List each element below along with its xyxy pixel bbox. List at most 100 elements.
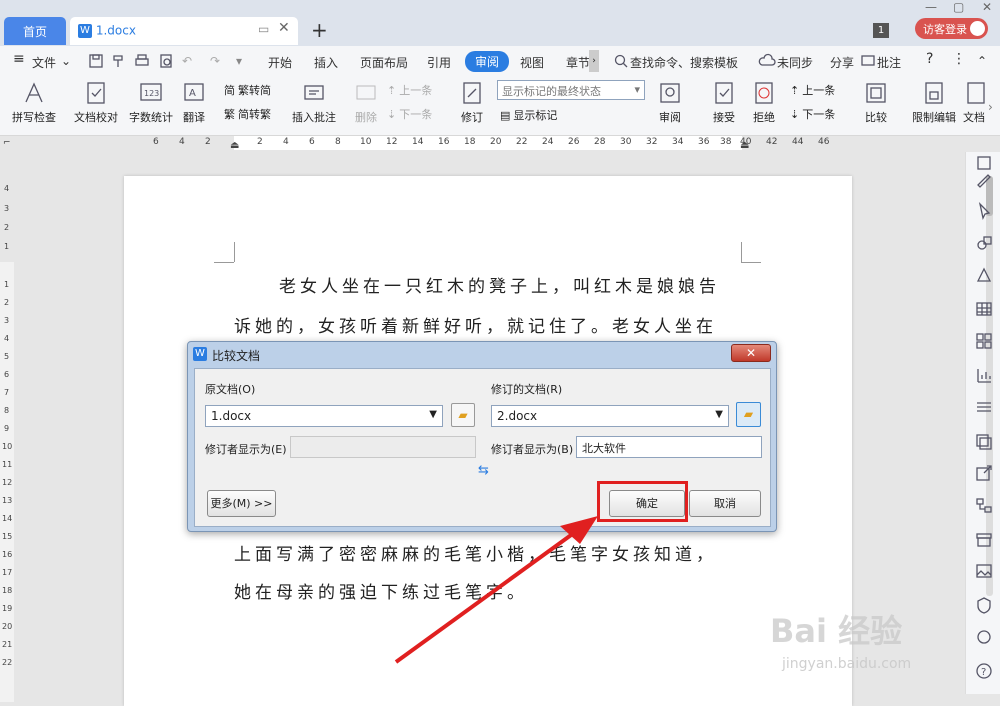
tab-stop-selector[interactable]: ⌐ <box>3 138 11 148</box>
image-stack-icon[interactable] <box>975 432 993 450</box>
prev-change-button[interactable]: ⇡ 上一条 <box>790 82 835 98</box>
ribbon-scroll-right[interactable]: › <box>988 100 993 114</box>
shield-icon[interactable] <box>975 596 993 614</box>
horizontal-ruler[interactable]: ⌐ 6 4 2 2 4 6 8 10 12 14 16 18 20 22 24 … <box>0 136 950 152</box>
next-comment-label: 下一条 <box>399 108 433 121</box>
redo-icon[interactable]: ↷ <box>210 54 220 68</box>
flowchart-icon[interactable] <box>975 496 993 514</box>
doc-permission-button[interactable]: 文档 <box>962 80 986 125</box>
next-change-button[interactable]: ⇣ 下一条 <box>790 106 835 122</box>
compare-button[interactable]: 比较 <box>852 80 900 125</box>
review-pane-button[interactable]: 审阅 <box>646 80 694 125</box>
chart-icon[interactable] <box>975 366 993 384</box>
show-markup-label: 显示标记 <box>513 109 558 122</box>
window-count-badge[interactable]: 1 <box>873 23 889 38</box>
sync-status[interactable]: 未同步 <box>777 54 813 71</box>
vruler-num: 7 <box>4 388 10 397</box>
command-search[interactable]: 查找命令、搜索模板 <box>630 54 738 71</box>
help-circle-icon[interactable]: ? <box>975 662 993 680</box>
author-field-right[interactable]: 北大软件 <box>576 436 762 458</box>
indent-marker-icon[interactable]: ⏏ <box>230 140 239 151</box>
more-quick-icon[interactable]: ▾ <box>236 54 242 68</box>
comment-menu[interactable]: 批注 <box>877 54 901 71</box>
maximize-icon[interactable]: ▢ <box>953 0 964 14</box>
browse-original-button[interactable]: ▰ <box>451 403 475 427</box>
menu-tab-review[interactable]: 审阅 <box>465 51 510 72</box>
close-tab-icon[interactable]: ✕ <box>278 20 290 36</box>
insert-comment-button[interactable]: 插入批注 <box>290 80 338 125</box>
s2t-button[interactable]: 繁简转繁 <box>224 106 271 122</box>
margin-corner <box>741 262 761 263</box>
tab-document-label: 1.docx <box>95 23 136 38</box>
tab-pin-icon[interactable]: ▭ <box>258 22 269 36</box>
tools-icon[interactable] <box>975 628 993 646</box>
more-options-icon[interactable]: ⋮ <box>952 51 966 67</box>
archive-icon[interactable] <box>975 530 993 548</box>
vruler-num: 2 <box>4 223 10 232</box>
vruler-num: 4 <box>4 334 10 343</box>
share-out-icon[interactable] <box>975 464 993 482</box>
ruler-num: 12 <box>386 137 398 147</box>
restrict-edit-button[interactable]: 限制编辑 <box>908 80 960 125</box>
tab-home[interactable]: 首页 <box>4 17 66 45</box>
prev-comment-button[interactable]: ⇡ 上一条 <box>387 82 432 98</box>
new-tab-button[interactable]: + <box>311 18 328 42</box>
menu-tab-view[interactable]: 视图 <box>520 54 544 71</box>
revised-doc-label: 修订的文档(R) <box>491 383 563 396</box>
menu-tab-references[interactable]: 引用 <box>427 54 451 71</box>
tab-document[interactable]: W 1.docx ▭ ✕ <box>70 17 298 45</box>
save-icon[interactable] <box>88 53 104 69</box>
menu-tab-layout[interactable]: 页面布局 <box>360 54 408 71</box>
menu-tab-start[interactable]: 开始 <box>268 54 292 71</box>
cursor-icon[interactable] <box>975 202 993 220</box>
spell-check-button[interactable]: 拼写检查 <box>10 80 58 125</box>
edit-icon[interactable] <box>975 170 993 188</box>
hamburger-icon[interactable]: ≡ <box>13 51 25 67</box>
reject-button[interactable]: 拒绝 <box>740 80 788 125</box>
collapse-ribbon-icon[interactable]: ⌃ <box>977 54 987 68</box>
track-changes-button[interactable]: 修订 <box>448 80 496 125</box>
login-button[interactable]: 访客登录 <box>915 18 988 39</box>
right-indent-icon[interactable]: ⏏ <box>740 140 749 151</box>
help-icon[interactable]: ? <box>926 51 933 67</box>
minimize-icon[interactable]: — <box>925 0 937 14</box>
undo-icon[interactable]: ↶ <box>182 54 192 68</box>
menu-file[interactable]: 文件 <box>32 54 56 71</box>
sliders-icon[interactable] <box>975 398 993 416</box>
prev-comment-label: 上一条 <box>399 84 433 97</box>
print-preview-icon[interactable] <box>158 53 174 69</box>
next-comment-button[interactable]: ⇣ 下一条 <box>387 106 432 122</box>
word-count-button[interactable]: 123 字数统计 <box>127 80 175 125</box>
picture-icon[interactable] <box>975 562 993 580</box>
vertical-ruler[interactable]: 4 3 2 1 1 2 3 4 5 6 7 8 9 10 11 12 13 14… <box>0 152 14 702</box>
menu-scroll-right[interactable]: › <box>589 50 599 72</box>
share-button[interactable]: 分享 <box>830 54 854 71</box>
browse-revised-button[interactable]: ▰ <box>736 402 761 427</box>
revised-doc-select[interactable]: 2.docx ▼ <box>491 405 729 427</box>
grid-icon[interactable] <box>975 332 993 350</box>
shapes-icon[interactable] <box>975 234 993 252</box>
show-markup-button[interactable]: ▤ 显示标记 <box>500 107 557 123</box>
swap-documents-icon[interactable]: ⇆ <box>478 463 489 478</box>
format-painter-icon[interactable] <box>110 53 126 69</box>
print-icon[interactable] <box>134 53 150 69</box>
delete-comment-button[interactable]: 删除 <box>342 80 390 125</box>
menu-tab-section[interactable]: 章节 <box>566 54 590 71</box>
dialog-close-button[interactable]: ✕ <box>731 344 771 362</box>
style-icon[interactable] <box>975 266 993 284</box>
markup-mode-value: 显示标记的最终状态 <box>502 85 601 98</box>
menu-tab-insert[interactable]: 插入 <box>314 54 338 71</box>
author-label-right: 修订者显示为(B) <box>491 443 574 456</box>
t2s-button[interactable]: 简繁转简 <box>224 82 271 98</box>
watermark-brand: Bai 经验 <box>770 612 903 650</box>
translate-button[interactable]: A 翻译 <box>170 80 218 125</box>
next-comment-icon: ⇣ <box>387 107 397 121</box>
original-doc-select[interactable]: 1.docx ▼ <box>205 405 443 427</box>
cancel-button[interactable]: 取消 <box>689 490 761 517</box>
more-options-button[interactable]: 更多(M) >> <box>207 490 276 517</box>
chevron-down-icon[interactable]: ⌄ <box>61 54 71 68</box>
table-icon[interactable] <box>975 300 993 318</box>
doc-proofread-button[interactable]: 文档校对 <box>72 80 120 125</box>
markup-mode-select[interactable]: 显示标记的最终状态 ▾ <box>497 80 645 100</box>
close-window-icon[interactable]: ✕ <box>982 0 992 14</box>
